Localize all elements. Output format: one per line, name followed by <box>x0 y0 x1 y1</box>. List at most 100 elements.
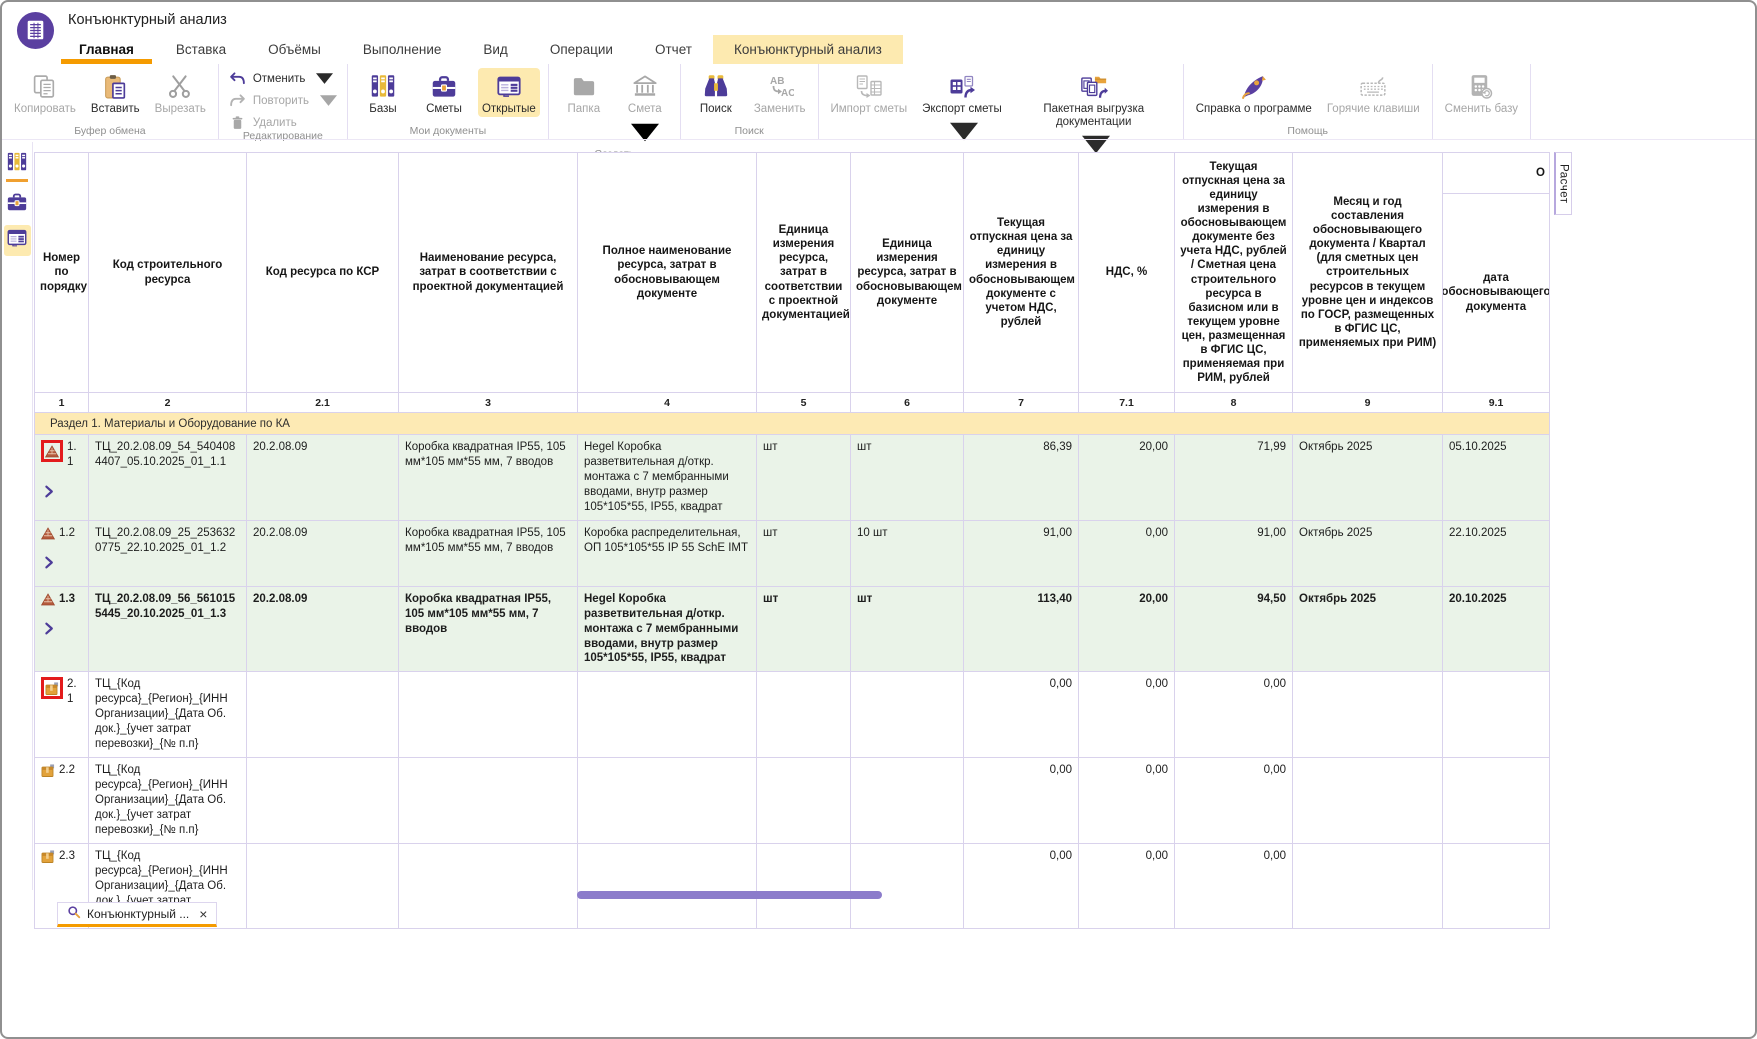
warning-triangle-icon[interactable] <box>45 445 59 458</box>
grid-cell[interactable] <box>247 758 399 844</box>
close-icon[interactable]: × <box>199 906 207 922</box>
about-button[interactable]: Справка о программе <box>1192 68 1316 117</box>
grid-cell[interactable] <box>247 672 399 758</box>
grid-cell[interactable] <box>578 843 757 929</box>
warning-triangle-icon[interactable] <box>41 593 55 606</box>
grid-cell[interactable]: 0,00 <box>964 758 1079 844</box>
cut-button[interactable]: Вырезать <box>151 68 210 117</box>
grid-cell[interactable]: шт <box>757 520 851 586</box>
tab-glavnaya[interactable]: Главная <box>58 35 155 64</box>
grid-cell[interactable]: шт <box>851 435 964 521</box>
grid-cell[interactable]: 0,00 <box>1175 843 1293 929</box>
expand-chevron-icon[interactable] <box>44 556 54 569</box>
panel-tab-raschet[interactable]: Расчет <box>1554 152 1572 215</box>
package-icon[interactable] <box>45 682 59 695</box>
grid-cell[interactable] <box>757 843 851 929</box>
grid-cell[interactable]: 86,39 <box>964 435 1079 521</box>
import-estimate-button[interactable]: Импорт сметы <box>827 68 912 117</box>
grid-cell[interactable] <box>578 758 757 844</box>
grid-cell[interactable]: 20.2.08.09 <box>247 435 399 521</box>
grid-cell[interactable]: ТЦ_20.2.08.09_56_5610155445_20.10.2025_0… <box>89 586 247 672</box>
horizontal-scrollbar-thumb[interactable] <box>577 891 882 899</box>
tab-vid[interactable]: Вид <box>462 35 528 64</box>
grid-cell[interactable] <box>851 843 964 929</box>
tab-vstavka[interactable]: Вставка <box>155 35 247 64</box>
grid-cell[interactable]: 0,00 <box>1175 672 1293 758</box>
bases-button[interactable]: Базы <box>356 68 410 117</box>
grid-cell[interactable]: 20.2.08.09 <box>247 520 399 586</box>
grid-cell[interactable] <box>1293 672 1443 758</box>
grid-cell[interactable]: 20,00 <box>1079 435 1175 521</box>
section-row[interactable]: Раздел 1. Материалы и Оборудование по КА <box>35 413 1550 435</box>
grid-cell[interactable] <box>399 843 578 929</box>
grid-cell[interactable] <box>851 758 964 844</box>
row-number-cell[interactable]: 1.2 <box>35 520 89 586</box>
grid-cell[interactable]: 0,00 <box>1175 758 1293 844</box>
grid-cell[interactable]: 20.2.08.09 <box>247 586 399 672</box>
replace-button[interactable]: ABACЗаменить <box>750 68 810 117</box>
grid-row[interactable]: 2.3ТЦ_{Код ресурса}_{Регион}_{ИНН Органи… <box>35 843 1550 929</box>
new-estimate-button[interactable]: Смета <box>618 68 672 148</box>
export-estimate-button[interactable]: Экспорт сметы <box>918 68 1006 147</box>
estimates-button[interactable]: Сметы <box>417 68 471 117</box>
grid-cell[interactable]: Коробка распределительная, ОП 105*105*55… <box>578 520 757 586</box>
grid-cell[interactable] <box>1293 843 1443 929</box>
grid-cell[interactable]: ТЦ_{Код ресурса}_{Регион}_{ИНН Организац… <box>89 672 247 758</box>
expand-chevron-icon[interactable] <box>44 485 54 498</box>
grid-cell[interactable]: 91,00 <box>1175 520 1293 586</box>
grid-cell[interactable] <box>757 758 851 844</box>
grid-cell[interactable] <box>1443 843 1550 929</box>
hotkeys-button[interactable]: Горячие клавиши <box>1323 68 1424 117</box>
grid-row[interactable]: 1.3ТЦ_20.2.08.09_56_5610155445_20.10.202… <box>35 586 1550 672</box>
grid-cell[interactable]: Коробка квадратная IP55, 105 мм*105 мм*5… <box>399 435 578 521</box>
grid-cell[interactable]: 20.10.2025 <box>1443 586 1550 672</box>
grid-cell[interactable] <box>1443 672 1550 758</box>
grid-cell[interactable]: 94,50 <box>1175 586 1293 672</box>
delete-button[interactable]: Удалить <box>227 115 299 130</box>
change-base-button[interactable]: Сменить базу <box>1441 68 1522 117</box>
search-button[interactable]: Поиск <box>689 68 743 117</box>
grid-cell[interactable]: 20,00 <box>1079 586 1175 672</box>
grid-cell[interactable]: 10 шт <box>851 520 964 586</box>
grid-cell[interactable]: Октябрь 2025 <box>1293 435 1443 521</box>
grid-cell[interactable]: 91,00 <box>964 520 1079 586</box>
grid-cell[interactable]: Октябрь 2025 <box>1293 520 1443 586</box>
grid-cell[interactable]: шт <box>851 586 964 672</box>
grid-cell[interactable]: 0,00 <box>964 843 1079 929</box>
row-number-cell[interactable]: 1.1 <box>35 435 89 521</box>
grid-row[interactable]: 2.2ТЦ_{Код ресурса}_{Регион}_{ИНН Органи… <box>35 758 1550 844</box>
batch-upload-button[interactable]: Пакетная выгрузка документации <box>1013 68 1175 160</box>
copy-button[interactable]: Копировать <box>10 68 80 117</box>
undo-button[interactable]: Отменить <box>227 71 336 86</box>
package-icon[interactable] <box>41 764 55 777</box>
tab-operacii[interactable]: Операции <box>529 35 634 64</box>
paste-button[interactable]: Вставить <box>87 68 144 117</box>
grid-cell[interactable] <box>399 672 578 758</box>
sidebar-item-bases[interactable] <box>4 149 31 184</box>
package-icon[interactable] <box>41 850 55 863</box>
row-number-cell[interactable]: 2.1 <box>35 672 89 758</box>
grid-cell[interactable]: 113,40 <box>964 586 1079 672</box>
row-number-cell[interactable]: 2.2 <box>35 758 89 844</box>
redo-button[interactable]: Повторить <box>227 93 339 108</box>
tab-obyomy[interactable]: Объёмы <box>247 35 342 64</box>
grid-cell[interactable]: шт <box>757 586 851 672</box>
new-folder-button[interactable]: Папка <box>557 68 611 117</box>
grid-cell[interactable]: ТЦ_20.2.08.09_54_5404084407_05.10.2025_0… <box>89 435 247 521</box>
tab-konyunkturny-analiz[interactable]: Конъюнктурный анализ <box>713 35 903 64</box>
tab-otchet[interactable]: Отчет <box>634 35 713 64</box>
grid-cell[interactable]: 05.10.2025 <box>1443 435 1550 521</box>
grid-row[interactable]: 2.1ТЦ_{Код ресурса}_{Регион}_{ИНН Органи… <box>35 672 1550 758</box>
grid-cell[interactable] <box>851 672 964 758</box>
grid-cell[interactable]: 22.10.2025 <box>1443 520 1550 586</box>
grid-cell[interactable]: Hegel Коробка разветвительная д/откр. мо… <box>578 435 757 521</box>
grid-cell[interactable] <box>399 758 578 844</box>
grid-cell[interactable]: ТЦ_{Код ресурса}_{Регион}_{ИНН Организац… <box>89 758 247 844</box>
grid-cell[interactable] <box>247 843 399 929</box>
grid-cell[interactable]: 0,00 <box>1079 843 1175 929</box>
open-docs-button[interactable]: Открытые <box>478 68 540 117</box>
grid-cell[interactable]: 0,00 <box>1079 672 1175 758</box>
grid-cell[interactable] <box>1443 758 1550 844</box>
grid-cell[interactable]: 0,00 <box>964 672 1079 758</box>
warning-triangle-icon[interactable] <box>41 527 55 540</box>
